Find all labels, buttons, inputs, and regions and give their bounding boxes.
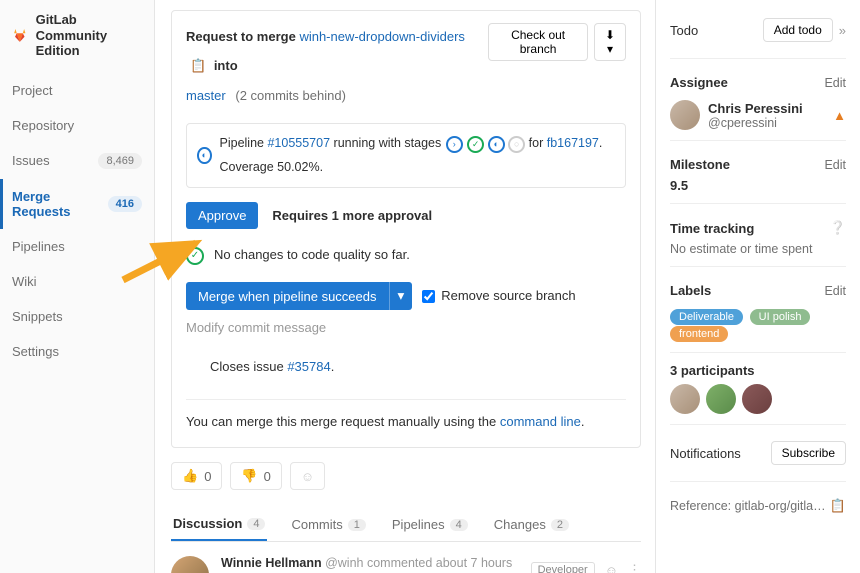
add-todo-button[interactable]: Add todo — [763, 18, 833, 42]
request-to-merge-label: Request to merge — [186, 29, 296, 44]
participants-label: 3 participants — [670, 363, 846, 378]
thumbs-down-button[interactable]: 👎 0 — [230, 462, 281, 490]
approval-required-text: Requires 1 more approval — [272, 204, 432, 229]
approve-button[interactable]: Approve — [186, 202, 258, 229]
copy-icon[interactable]: 📋 — [830, 498, 846, 514]
closes-issue-link[interactable]: #35784 — [287, 359, 330, 374]
assignee-handle: @cperessini — [708, 116, 825, 130]
closes-issue-text: Closes issue #35784. — [210, 355, 334, 380]
tab-changes[interactable]: Changes2 — [492, 508, 571, 541]
labels-list: Deliverable UI polish frontend — [670, 308, 846, 342]
emoji-icon[interactable]: ☺ — [605, 563, 618, 573]
pipeline-link[interactable]: #10555707 — [267, 136, 330, 150]
merge-button[interactable]: Merge when pipeline succeeds — [186, 282, 389, 310]
assignee-name[interactable]: Chris Peressini — [708, 101, 825, 116]
stage-icon[interactable]: ◐ — [488, 136, 505, 153]
note: Winnie Hellmann @winh commented about 7 … — [171, 556, 641, 573]
sidebar-item-merge-requests[interactable]: Merge Requests416 — [0, 179, 154, 229]
mr-count-badge: 416 — [108, 196, 142, 212]
sidebar-item-issues[interactable]: Issues8,469 — [0, 143, 154, 179]
code-quality-text: No changes to code quality so far. — [214, 243, 410, 268]
running-icon: ◐ — [197, 147, 212, 164]
main-content: Request to merge winh-new-dropdown-divid… — [155, 0, 655, 573]
assignee-avatar[interactable] — [670, 100, 700, 130]
download-button[interactable]: ⬇ ▾ — [594, 23, 626, 61]
stage-icon[interactable]: ○ — [508, 136, 525, 153]
milestone-value[interactable]: 9.5 — [670, 178, 846, 193]
edit-milestone-link[interactable]: Edit — [824, 158, 846, 172]
label-pill[interactable]: UI polish — [750, 309, 811, 325]
reactions-bar: 👍 0 👎 0 ☺ — [171, 462, 641, 490]
tab-pipelines[interactable]: Pipelines4 — [390, 508, 470, 541]
label-pill[interactable]: Deliverable — [670, 309, 743, 325]
check-icon: ✓ — [186, 247, 204, 265]
pipeline-status-row: ◐ Pipeline #10555707 running with stages… — [186, 123, 626, 189]
participant-avatar[interactable] — [706, 384, 736, 414]
sidebar-header: GitLab Community Edition — [0, 0, 154, 73]
help-icon[interactable]: ❔ — [830, 220, 846, 236]
avatar[interactable] — [171, 556, 209, 573]
sidebar-item-snippets[interactable]: Snippets — [0, 299, 154, 334]
todo-label: Todo — [670, 23, 698, 38]
stage-icon[interactable]: ✓ — [467, 136, 484, 153]
target-branch-link[interactable]: master — [186, 88, 226, 103]
checkout-branch-button[interactable]: Check out branch — [488, 23, 588, 61]
tab-discussion[interactable]: Discussion4 — [171, 508, 267, 541]
collapse-icon[interactable]: » — [839, 23, 846, 38]
participant-avatar[interactable] — [670, 384, 700, 414]
app-title: GitLab Community Edition — [36, 12, 142, 59]
discussion-thread: Winnie Hellmann @winh commented about 7 … — [171, 556, 641, 573]
commit-link[interactable]: fb167197 — [547, 136, 599, 150]
merge-request-box: Request to merge winh-new-dropdown-divid… — [171, 10, 641, 448]
label-pill[interactable]: frontend — [670, 326, 728, 342]
stage-icon[interactable]: › — [446, 136, 463, 153]
sidebar-item-settings[interactable]: Settings — [0, 334, 154, 369]
subscribe-button[interactable]: Subscribe — [771, 441, 846, 465]
edit-labels-link[interactable]: Edit — [824, 284, 846, 298]
reference-text: Reference: gitlab-org/gitlab-c... — [670, 499, 830, 513]
merge-dropdown-button[interactable]: ▾ — [389, 282, 413, 310]
source-branch-link[interactable]: winh-new-dropdown-dividers — [299, 29, 464, 44]
edit-assignee-link[interactable]: Edit — [824, 76, 846, 90]
sidebar-item-project[interactable]: Project — [0, 73, 154, 108]
time-tracking-value: No estimate or time spent — [670, 242, 846, 256]
sidebar-item-repository[interactable]: Repository — [0, 108, 154, 143]
right-sidebar: Todo Add todo » AssigneeEdit Chris Peres… — [655, 0, 860, 573]
participant-avatar[interactable] — [742, 384, 772, 414]
modify-commit-message-link[interactable]: Modify commit message — [186, 316, 626, 341]
copy-branch-icon[interactable]: 📋 — [190, 58, 206, 73]
remove-source-checkbox[interactable]: Remove source branch — [422, 284, 575, 309]
tab-commits[interactable]: Commits1 — [289, 508, 367, 541]
commits-behind: (2 commits behind) — [235, 88, 346, 103]
add-reaction-button[interactable]: ☺ — [290, 462, 325, 490]
command-line-link[interactable]: command line — [500, 414, 581, 429]
mr-tabs: Discussion4 Commits1 Pipelines4 Changes2 — [171, 508, 641, 542]
left-sidebar: GitLab Community Edition Project Reposit… — [0, 0, 155, 573]
warning-icon: ▲ — [833, 108, 846, 123]
issues-count-badge: 8,469 — [98, 153, 142, 169]
gitlab-logo-icon — [12, 23, 28, 47]
thumbs-up-button[interactable]: 👍 0 — [171, 462, 222, 490]
more-icon[interactable]: ⋮ — [628, 562, 641, 573]
sidebar-item-wiki[interactable]: Wiki — [0, 264, 154, 299]
sidebar-item-pipelines[interactable]: Pipelines — [0, 229, 154, 264]
role-badge: Developer — [531, 562, 595, 573]
